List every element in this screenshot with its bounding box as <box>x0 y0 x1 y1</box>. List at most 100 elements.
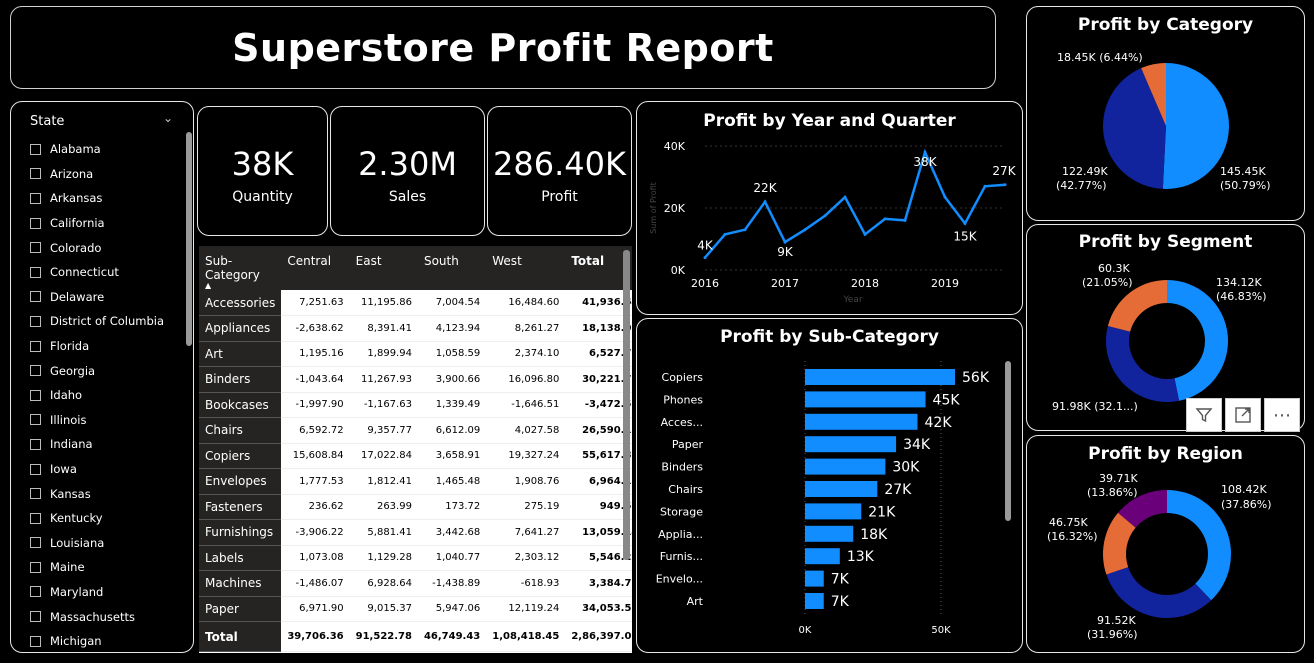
slicer-scrollbar[interactable] <box>186 132 192 346</box>
data-point[interactable] <box>783 240 787 244</box>
bar[interactable] <box>805 525 854 542</box>
slicer-item[interactable]: Kentucky <box>30 506 180 531</box>
profit-matrix[interactable]: Sub-Category ▲ Central East South West Total A… <box>199 246 632 653</box>
data-point[interactable] <box>903 218 907 222</box>
state-slicer[interactable]: State ⌄ Alabama Arizona Arkansas California… <box>10 101 194 653</box>
checkbox[interactable] <box>30 438 41 450</box>
table-row[interactable]: Paper 6,971.90 9,015.37 5,947.06 12,119.24 34… <box>199 596 632 622</box>
slicer-item[interactable]: Idaho <box>30 383 180 408</box>
bar[interactable] <box>805 570 824 587</box>
pie-slice[interactable] <box>1106 567 1212 618</box>
filter-icon[interactable] <box>1186 398 1222 432</box>
slicer-item[interactable]: Maryland <box>30 580 180 605</box>
data-point[interactable] <box>1003 183 1007 187</box>
data-point[interactable] <box>843 195 847 199</box>
slicer-item[interactable]: Iowa <box>30 457 180 482</box>
checkbox[interactable] <box>30 463 41 475</box>
bar[interactable] <box>805 391 926 408</box>
table-row[interactable]: Machines -1,486.07 6,928.64 -1,438.89 -618.9… <box>199 570 632 597</box>
slicer-item[interactable]: Massachusetts <box>30 604 180 629</box>
checkbox[interactable] <box>30 561 41 573</box>
slicer-item[interactable]: Delaware <box>30 285 180 310</box>
slicer-item[interactable]: Connecticut <box>30 260 180 285</box>
checkbox[interactable] <box>30 365 41 377</box>
checkbox[interactable] <box>30 315 41 327</box>
pie-slice[interactable] <box>1106 326 1180 402</box>
table-row[interactable]: Art 1,195.16 1,899.94 1,058.59 2,374.10 6,527… <box>199 341 632 367</box>
data-point[interactable] <box>703 256 707 260</box>
bar[interactable] <box>805 548 840 565</box>
checkbox[interactable] <box>30 217 41 229</box>
column-header[interactable]: West <box>486 246 566 290</box>
slicer-item[interactable]: Indiana <box>30 432 180 457</box>
profit-by-category-chart[interactable]: Profit by Category 18.45K (6.44%) 122.49K… <box>1026 6 1305 221</box>
data-point[interactable] <box>983 184 987 188</box>
column-header[interactable]: South <box>417 246 487 290</box>
checkbox[interactable] <box>30 537 41 549</box>
data-point[interactable] <box>943 195 947 199</box>
checkbox[interactable] <box>30 488 41 500</box>
profit-by-year-quarter-chart[interactable]: Profit by Year and Quarter 0K 20K 40K 2016 2… <box>636 101 1023 315</box>
bar[interactable] <box>805 481 878 497</box>
table-row[interactable]: Fasteners236.62263.99173.72275.19949.52 <box>199 494 632 520</box>
data-point[interactable] <box>923 150 927 154</box>
bar[interactable] <box>805 436 897 453</box>
column-header[interactable]: Sub-Category ▲ <box>199 246 282 290</box>
slicer-item[interactable]: Georgia <box>30 358 180 383</box>
data-point[interactable] <box>963 222 967 225</box>
checkbox[interactable] <box>30 168 41 180</box>
table-row[interactable]: Accessories 7,251.63 11,195.86 7,004.54 16,4… <box>199 290 632 316</box>
scrollbar[interactable] <box>1005 361 1011 521</box>
bar[interactable] <box>805 503 862 520</box>
checkbox[interactable] <box>30 635 41 647</box>
more-options-icon[interactable]: ⋯ <box>1264 398 1300 432</box>
matrix-scrollbar[interactable] <box>623 250 630 560</box>
slicer-item[interactable]: Louisiana <box>30 531 180 556</box>
slicer-item[interactable]: Colorado <box>30 235 180 260</box>
table-row[interactable]: Binders -1,043.64 11,267.93 3,900.66 16,096.… <box>199 366 632 393</box>
checkbox[interactable] <box>30 242 41 254</box>
bar[interactable] <box>805 593 824 609</box>
slicer-item[interactable]: Illinois <box>30 408 180 433</box>
data-point[interactable] <box>803 228 807 232</box>
data-point[interactable] <box>743 228 747 232</box>
sort-ascending-icon[interactable]: ▲ <box>205 282 275 290</box>
table-row[interactable]: Bookcases -1,997.90 -1,167.63 1,339.49 -1,64… <box>199 392 632 418</box>
data-point[interactable] <box>863 232 867 236</box>
checkbox[interactable] <box>30 143 41 155</box>
checkbox[interactable] <box>30 611 41 623</box>
bar[interactable] <box>805 458 886 475</box>
profit-by-subcategory-chart[interactable]: Profit by Sub-Category Copiers 56K Phones 4… <box>636 318 1023 653</box>
column-header[interactable]: East <box>349 246 418 290</box>
slicer-item[interactable]: Michigan <box>30 629 180 654</box>
slicer-item[interactable]: Arkansas <box>30 186 180 211</box>
checkbox[interactable] <box>30 586 41 598</box>
data-point[interactable] <box>763 200 767 204</box>
slicer-item[interactable]: District of Columbia <box>30 309 180 334</box>
checkbox[interactable] <box>30 266 41 278</box>
table-row[interactable]: Labels 1,073.08 1,129.28 1,040.77 2,303.12 5,… <box>199 545 632 571</box>
slicer-item[interactable]: Kansas <box>30 481 180 506</box>
data-point[interactable] <box>883 217 887 221</box>
table-row[interactable]: Chairs 6,592.72 9,357.77 6,612.09 4,027.58 26… <box>199 417 632 444</box>
checkbox[interactable] <box>30 414 41 426</box>
table-row[interactable]: Copiers 15,608.84 17,022.84 3,658.91 19,327.… <box>199 443 632 469</box>
slicer-item[interactable]: Florida <box>30 334 180 359</box>
slicer-item[interactable]: California <box>30 211 180 236</box>
chevron-down-icon[interactable]: ⌄ <box>163 111 173 125</box>
checkbox[interactable] <box>30 291 41 303</box>
table-row[interactable]: Envelopes 1,777.53 1,812.41 1,465.48 1,908.7… <box>199 468 632 495</box>
slicer-item[interactable]: Arizona <box>30 162 180 187</box>
focus-mode-icon[interactable] <box>1225 398 1261 432</box>
column-header[interactable]: Central <box>281 246 350 290</box>
profit-by-region-chart[interactable]: Profit by Region 39.71K (13.86%) 108.42K (3… <box>1026 435 1305 653</box>
column-header[interactable]: Total <box>565 246 632 290</box>
checkbox[interactable] <box>30 389 41 401</box>
data-point[interactable] <box>823 214 827 218</box>
checkbox[interactable] <box>30 192 41 204</box>
table-row[interactable]: Appliances -2,638.62 8,391.41 4,123.94 8,261… <box>199 315 632 342</box>
table-row[interactable]: Furnishings -3,906.22 5,881.41 3,442.68 7,64… <box>199 519 632 546</box>
slicer-item[interactable]: Maine <box>30 555 180 580</box>
checkbox[interactable] <box>30 340 41 352</box>
checkbox[interactable] <box>30 512 41 524</box>
